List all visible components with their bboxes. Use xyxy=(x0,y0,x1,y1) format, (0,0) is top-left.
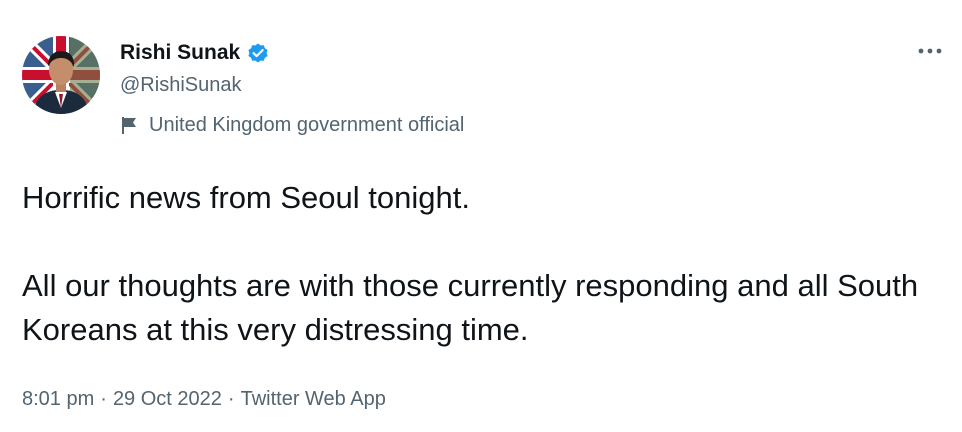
more-options-icon xyxy=(918,48,942,54)
meta-separator: · xyxy=(100,388,107,410)
tweet-paragraph: All our thoughts are with those currentl… xyxy=(22,268,919,347)
government-label[interactable]: United Kingdom government official xyxy=(120,112,464,138)
meta-separator: · xyxy=(227,388,235,410)
tweet-paragraph: Horrific news from Seoul tonight. xyxy=(22,180,470,215)
flag-icon xyxy=(120,115,140,135)
government-label-text: United Kingdom government official xyxy=(149,114,465,136)
tweet-source[interactable]: Twitter Web App xyxy=(241,385,386,413)
verified-badge-icon[interactable] xyxy=(246,41,270,65)
more-options-button[interactable] xyxy=(910,36,950,66)
tweet-meta: 8:01 pm · 29 Oct 2022 · Twitter Web App xyxy=(22,385,386,413)
avatar[interactable] xyxy=(22,36,100,114)
tweet-text: Horrific news from Seoul tonight. All ou… xyxy=(22,176,942,352)
author-handle[interactable]: @RishiSunak xyxy=(120,72,241,98)
author-name-row: Rishi Sunak xyxy=(120,40,270,66)
tweet-date[interactable]: 29 Oct 2022 xyxy=(113,385,222,413)
tweet-time[interactable]: 8:01 pm xyxy=(22,385,94,413)
display-name[interactable]: Rishi Sunak xyxy=(120,40,240,66)
tweet-card: Rishi Sunak @RishiSunak United Kingdom g… xyxy=(0,0,962,432)
